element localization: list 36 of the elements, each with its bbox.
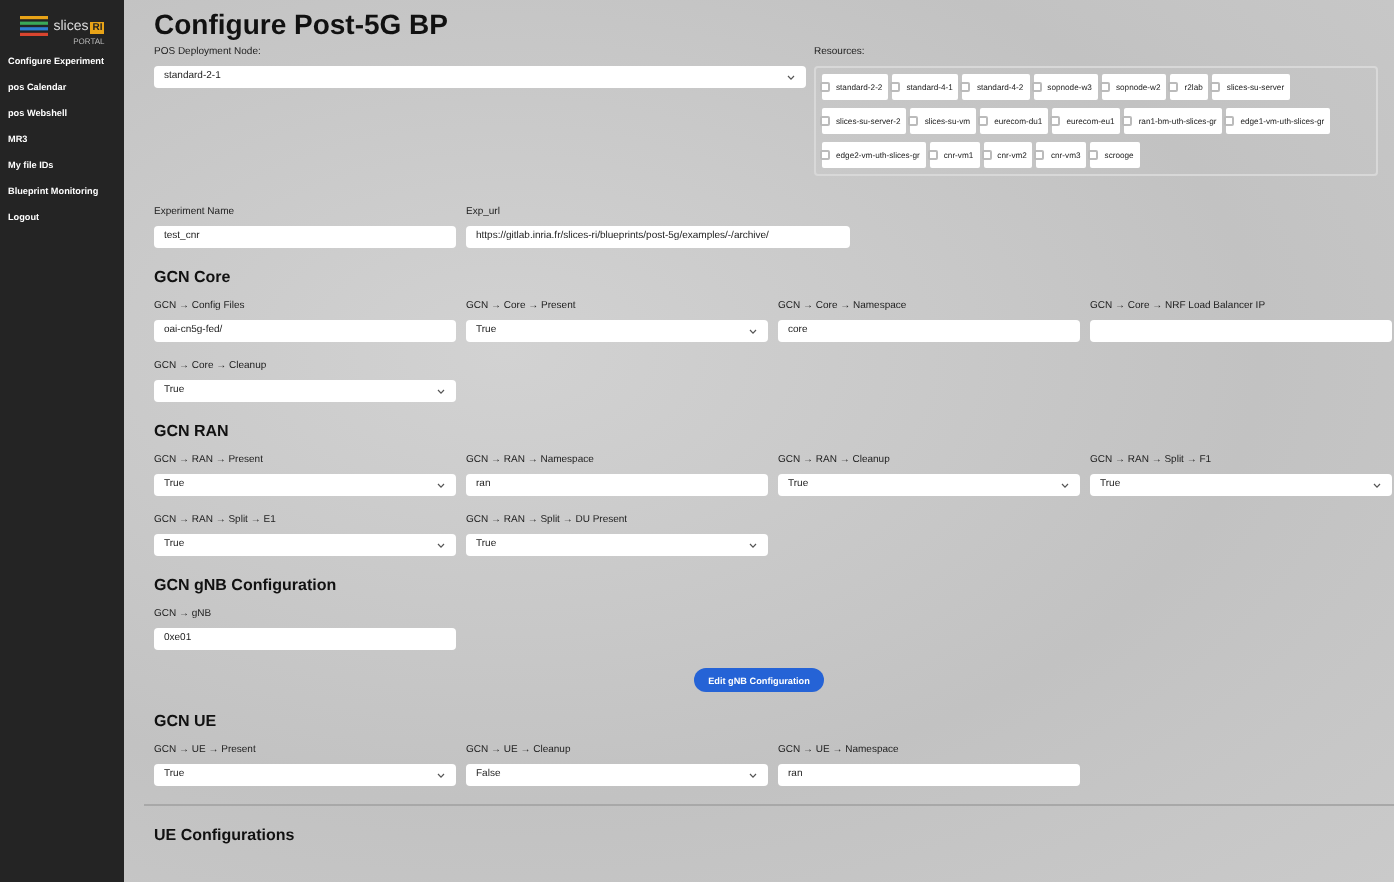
- checkbox[interactable]: [890, 82, 901, 92]
- chevron-down-icon: [436, 771, 446, 779]
- checkbox[interactable]: [1034, 150, 1045, 160]
- chevron-down-icon: [748, 327, 758, 335]
- page-title: Configure Post-5G BP: [154, 8, 451, 40]
- section-heading: GCN gNB Configuration: [154, 576, 339, 594]
- chevron-down-icon: [436, 387, 446, 395]
- checkbox[interactable]: [820, 150, 830, 160]
- checkbox[interactable]: [978, 116, 989, 126]
- chevron-down-icon: [436, 481, 446, 489]
- checkbox[interactable]: [1122, 116, 1133, 126]
- checkbox[interactable]: [820, 116, 830, 126]
- section-heading: GCN RAN: [154, 422, 231, 440]
- chevron-down-icon: [748, 541, 758, 549]
- checkbox[interactable]: [908, 116, 919, 126]
- checkbox[interactable]: [1050, 116, 1061, 126]
- checkbox[interactable]: [1224, 116, 1235, 126]
- checkbox[interactable]: [820, 82, 830, 92]
- checkbox[interactable]: [960, 82, 971, 92]
- checkbox[interactable]: [1099, 82, 1110, 92]
- checkbox[interactable]: [1210, 82, 1221, 92]
- chevron-down-icon: [748, 771, 758, 779]
- checkbox[interactable]: [927, 150, 938, 160]
- section-heading: UE Configurations: [154, 826, 297, 844]
- chevron-down-icon: [1060, 481, 1070, 489]
- section-heading: GCN UE: [154, 712, 219, 730]
- input-field[interactable]: [1090, 320, 1392, 342]
- checkbox[interactable]: [1031, 82, 1042, 92]
- checkbox[interactable]: [981, 150, 992, 160]
- checkbox[interactable]: [1088, 150, 1099, 160]
- section-heading: GCN Core: [154, 268, 233, 286]
- chevron-down-icon: [1372, 481, 1382, 489]
- chevron-down-icon: [436, 541, 446, 549]
- stripes-logo-icon: [19, 16, 48, 36]
- checkbox[interactable]: [1168, 82, 1179, 92]
- chevron-down-icon: [786, 73, 796, 81]
